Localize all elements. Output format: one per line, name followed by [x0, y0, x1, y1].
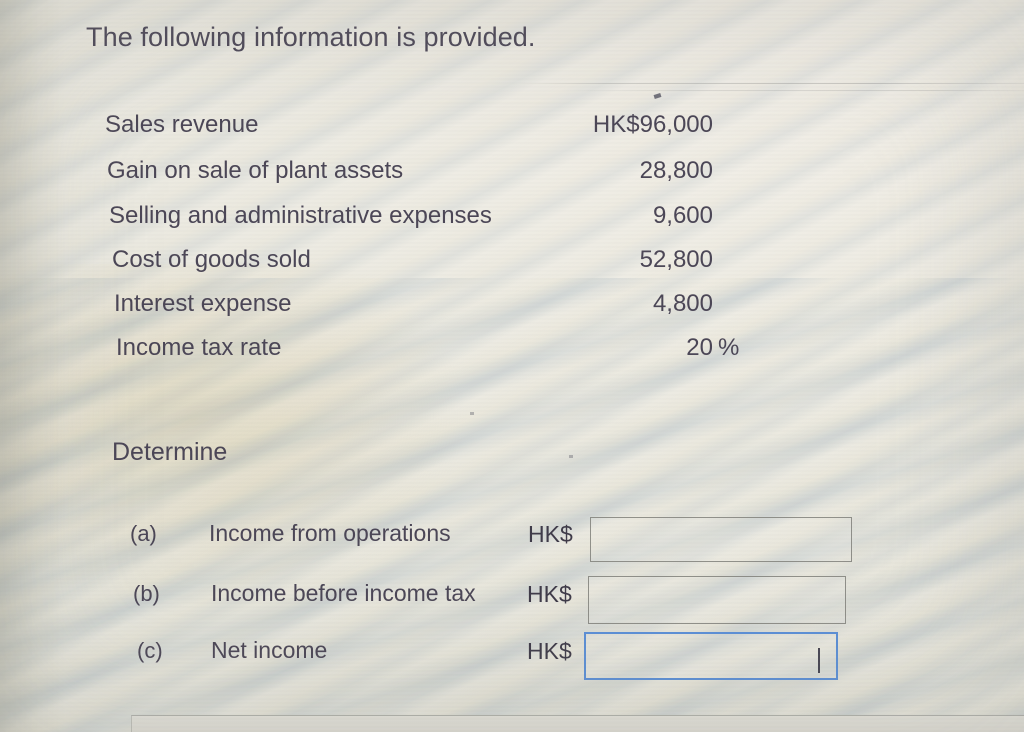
- fact-label: Income tax rate: [116, 334, 282, 361]
- determine-heading: Determine: [112, 438, 228, 466]
- table-row: Sales revenue HK$96,000: [105, 111, 765, 145]
- income-before-income-tax-input[interactable]: [588, 576, 846, 624]
- income-from-operations-input[interactable]: [590, 517, 852, 562]
- fact-value: HK$96,000: [592, 111, 713, 138]
- table-row: Interest expense 4,800: [114, 290, 774, 324]
- answer-marker: (c): [137, 638, 163, 663]
- fact-label: Selling and administrative expenses: [109, 202, 492, 229]
- document-content: The following information is provided. S…: [0, 0, 1024, 732]
- table-row: Gain on sale of plant assets 28,800: [107, 157, 767, 191]
- table-row: Selling and administrative expenses 9,60…: [109, 202, 769, 236]
- page-title: The following information is provided.: [86, 22, 536, 52]
- currency-label: HK$: [527, 638, 572, 664]
- currency-label: HK$: [528, 521, 573, 547]
- bottom-panel-edge: [131, 715, 1024, 732]
- fact-label: Cost of goods sold: [112, 246, 311, 273]
- answer-marker: (a): [130, 521, 157, 546]
- screenshot-root: The following information is provided. S…: [0, 0, 1024, 732]
- answer-label: Income from operations: [209, 520, 451, 546]
- fact-label: Sales revenue: [105, 111, 259, 138]
- fact-suffix: %: [718, 334, 740, 361]
- answer-row-c: (c) Net income HK$: [137, 632, 897, 694]
- answer-row-a: (a) Income from operations HK$: [130, 517, 890, 577]
- fact-value: 52,800: [639, 246, 713, 273]
- table-row: Income tax rate 20 %: [116, 334, 776, 368]
- answer-label: Income before income tax: [211, 580, 476, 606]
- answer-label: Net income: [211, 637, 328, 663]
- currency-label: HK$: [527, 581, 572, 607]
- text-cursor: [818, 648, 820, 673]
- fact-value: 28,800: [639, 157, 713, 184]
- fact-value: 4,800: [652, 290, 713, 317]
- fact-value: 9,600: [652, 202, 713, 229]
- fact-label: Gain on sale of plant assets: [107, 157, 404, 184]
- answer-marker: (b): [133, 581, 160, 606]
- fact-value: 20: [686, 334, 713, 361]
- fact-label: Interest expense: [114, 290, 292, 317]
- answer-row-b: (b) Income before income tax HK$: [133, 576, 893, 637]
- table-row: Cost of goods sold 52,800: [112, 246, 772, 280]
- net-income-input[interactable]: [584, 632, 838, 680]
